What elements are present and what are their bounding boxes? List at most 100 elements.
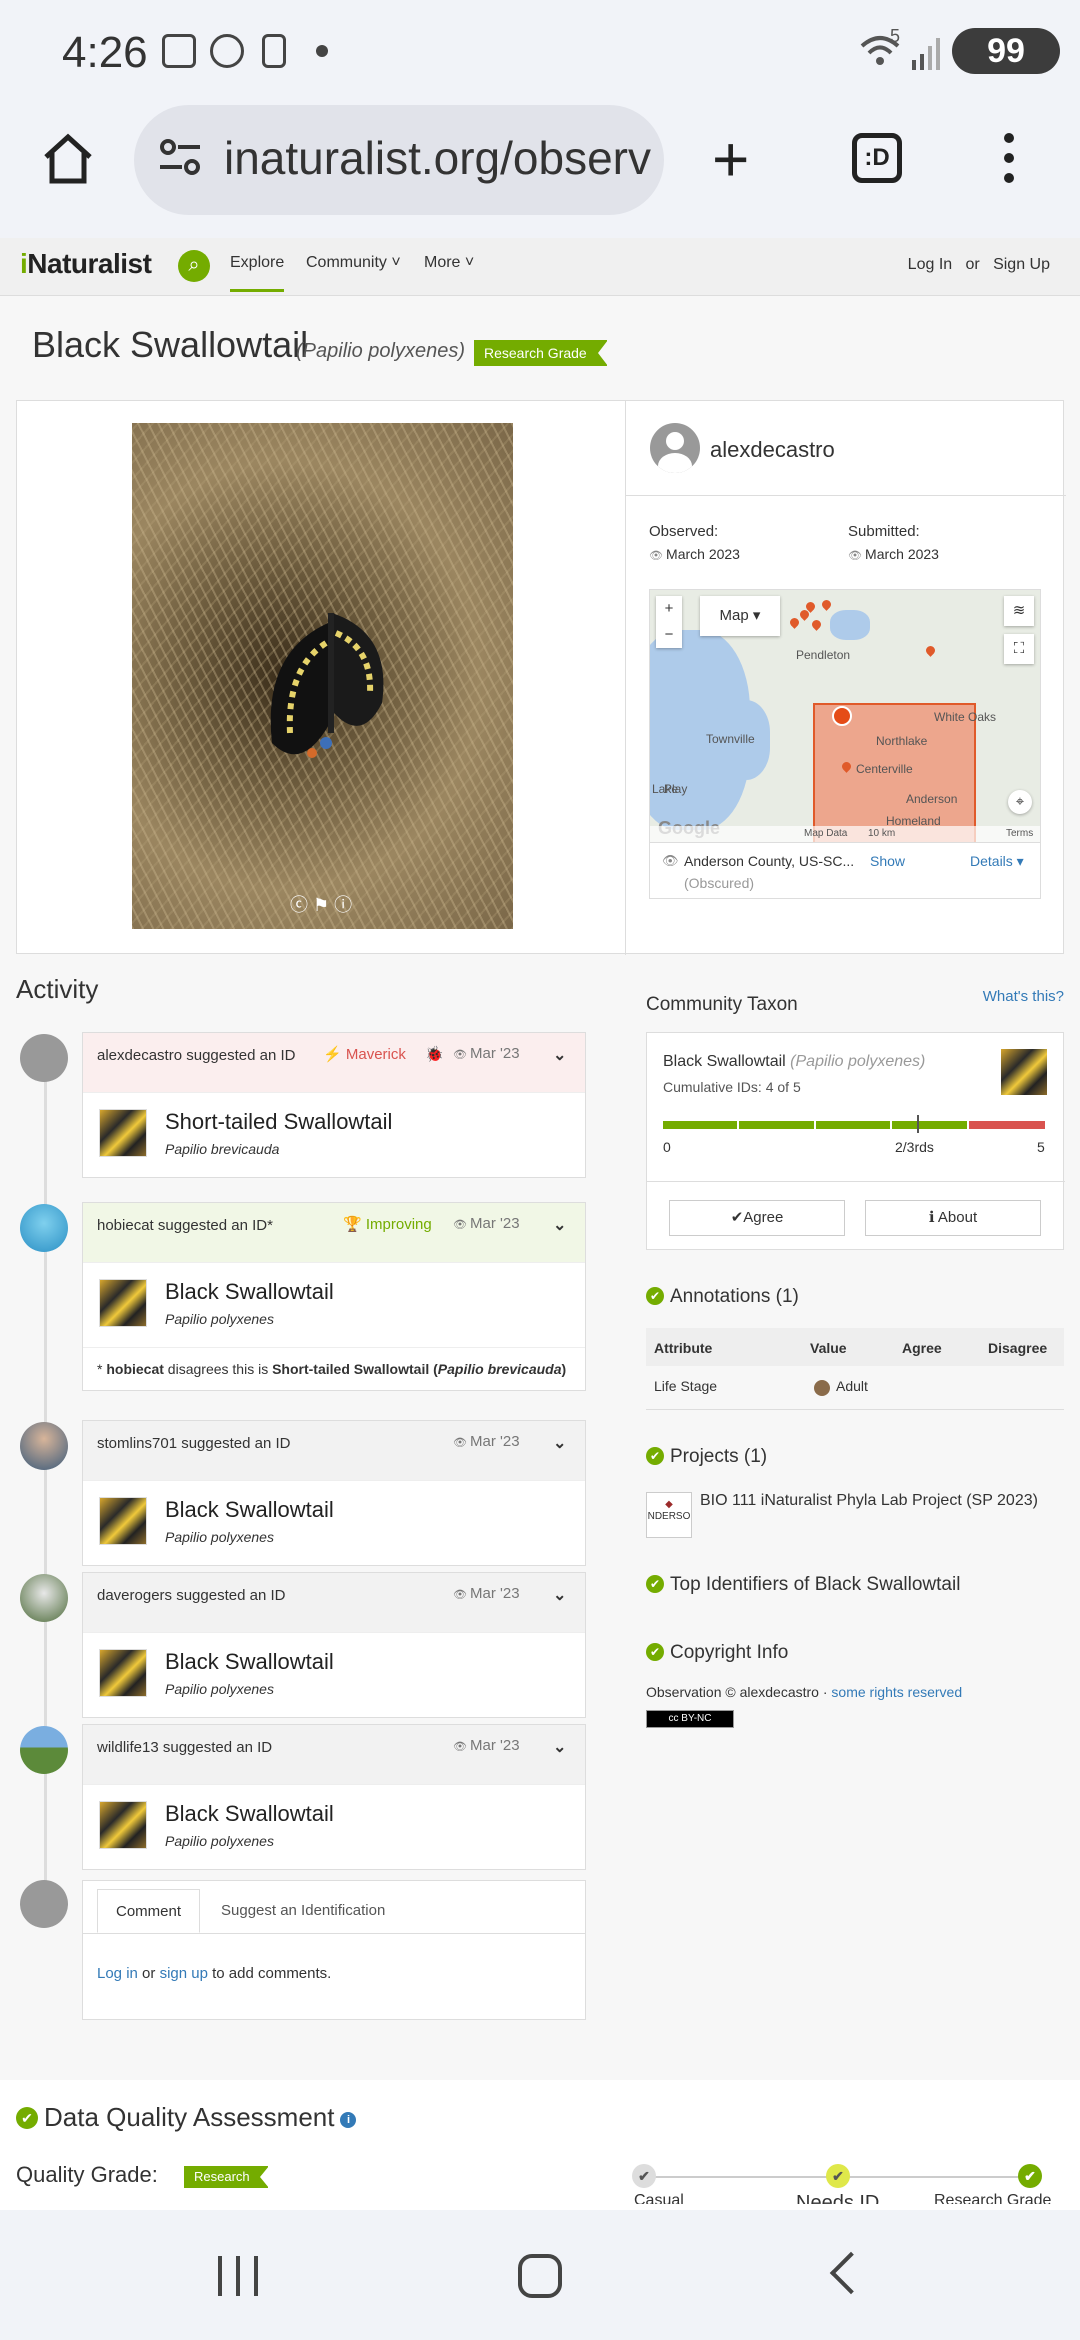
location-show-link[interactable]: Show bbox=[870, 853, 905, 869]
disagree-segment bbox=[968, 1121, 1045, 1129]
info-icon[interactable]: ⓘ bbox=[334, 895, 352, 915]
recent-apps-icon[interactable] bbox=[218, 2256, 260, 2296]
about-button[interactable]: ℹ About bbox=[865, 1200, 1041, 1236]
info-icon[interactable]: i bbox=[340, 2112, 357, 2128]
rights-link[interactable]: some rights reserved bbox=[831, 1684, 962, 1700]
location-details-link[interactable]: Details ▾ bbox=[970, 853, 1024, 870]
browser-menu-icon[interactable] bbox=[1004, 133, 1016, 187]
project-name[interactable]: BIO 111 iNaturalist Phyla Lab Project (S… bbox=[700, 1490, 1064, 1512]
address-bar[interactable]: inaturalist.org/observ bbox=[134, 105, 664, 215]
location-map[interactable]: Pendleton Townville Northlake Centervill… bbox=[649, 589, 1041, 843]
identifier-username[interactable]: wildlife13 bbox=[97, 1739, 159, 1756]
sync-icon bbox=[210, 34, 244, 68]
community-taxon-thumbnail[interactable] bbox=[1001, 1049, 1047, 1095]
nav-more[interactable]: More ˅ bbox=[424, 254, 474, 272]
community-taxon-heading: Community Taxon bbox=[646, 994, 798, 1015]
header-value: Value bbox=[810, 1340, 847, 1356]
annotations-heading[interactable]: ✔ Annotations (1) bbox=[646, 1286, 799, 1308]
identification-taxon[interactable]: Short-tailed Swallowtail Papilio brevicau… bbox=[83, 1093, 585, 1177]
map-type-button[interactable]: Map ▾ bbox=[700, 596, 780, 636]
eye-icon: 👁 bbox=[453, 1741, 471, 1753]
cc-license-icon[interactable]: ⓒ bbox=[290, 895, 308, 915]
map-terms-link[interactable]: Terms bbox=[1006, 828, 1033, 839]
agree-button[interactable]: ✔Agree bbox=[669, 1200, 845, 1236]
identifier-avatar[interactable] bbox=[20, 1422, 68, 1470]
layers-icon[interactable]: ≋ bbox=[1004, 596, 1034, 626]
identification-summary: stomlins701 suggested an ID bbox=[97, 1435, 291, 1452]
cumulative-ids: Cumulative IDs: 4 of 5 bbox=[663, 1079, 801, 1095]
login-link[interactable]: Log In bbox=[908, 256, 952, 273]
submitted-date: 👁 March 2023 bbox=[848, 546, 939, 562]
flag-icon[interactable]: ⚑ bbox=[313, 895, 329, 915]
identifier-avatar[interactable] bbox=[20, 1204, 68, 1252]
new-tab-icon[interactable]: + bbox=[712, 127, 749, 191]
taxon-common-name: Black Swallowtail bbox=[165, 1279, 334, 1304]
identifier-username[interactable]: alexdecastro bbox=[97, 1047, 182, 1064]
page-title[interactable]: Black Swallowtail bbox=[32, 324, 308, 366]
community-taxon-name[interactable]: Black Swallowtail (Papilio polyxenes) bbox=[663, 1053, 925, 1071]
header-disagree: Disagree bbox=[988, 1340, 1048, 1356]
browser-toolbar: inaturalist.org/observ + :D bbox=[0, 105, 1080, 238]
back-icon[interactable] bbox=[829, 2251, 873, 2295]
note-username[interactable]: hobiecat bbox=[106, 1361, 164, 1377]
search-icon[interactable]: ⌕ bbox=[178, 250, 210, 282]
identifier-username[interactable]: hobiecat bbox=[97, 1217, 154, 1234]
identification-taxon[interactable]: Black Swallowtail Papilio polyxenes bbox=[83, 1481, 585, 1565]
observation-marker[interactable] bbox=[832, 706, 852, 726]
tab-comment[interactable]: Comment bbox=[97, 1889, 201, 1933]
projects-heading[interactable]: ✔ Projects (1) bbox=[646, 1446, 767, 1468]
identifier-avatar[interactable] bbox=[20, 1034, 68, 1082]
chevron-down-icon[interactable]: ⌄ bbox=[553, 1215, 566, 1235]
identification-taxon[interactable]: Black Swallowtail Papilio polyxenes bbox=[83, 1785, 585, 1869]
community-taxon-box: Black Swallowtail (Papilio polyxenes) Cu… bbox=[646, 1032, 1065, 1250]
battery-indicator: 99 bbox=[952, 28, 1060, 74]
nav-explore[interactable]: Explore bbox=[230, 254, 285, 292]
top-identifiers-heading[interactable]: ✔ Top Identifiers of Black Swallowtail bbox=[646, 1574, 960, 1596]
tab-suggest-id[interactable]: Suggest an Identification bbox=[203, 1889, 403, 1933]
comment-box: Comment Suggest an Identification Log in… bbox=[82, 1880, 586, 2020]
tab-switcher-icon[interactable]: :D bbox=[852, 133, 902, 183]
signup-link[interactable]: Sign Up bbox=[993, 256, 1050, 273]
home-button-icon[interactable] bbox=[518, 2254, 562, 2298]
observer-username[interactable]: alexdecastro bbox=[710, 437, 835, 463]
or-text: or bbox=[965, 256, 980, 273]
submitted-label: Submitted: bbox=[848, 523, 920, 540]
fullscreen-icon[interactable]: ⛶ bbox=[1004, 634, 1034, 664]
nav-community[interactable]: Community ˅ bbox=[306, 254, 401, 272]
observed-date: 👁 March 2023 bbox=[649, 546, 740, 562]
chevron-down-icon[interactable]: ⌄ bbox=[553, 1433, 566, 1453]
identifier-username[interactable]: stomlins701 bbox=[97, 1435, 177, 1452]
identifier-username[interactable]: daverogers bbox=[97, 1587, 172, 1604]
whats-this-link[interactable]: What's this? bbox=[983, 988, 1064, 1005]
project-thumbnail[interactable]: ◆ NDERSO bbox=[646, 1492, 692, 1538]
two-thirds-marker bbox=[917, 1115, 919, 1133]
signup-link[interactable]: sign up bbox=[160, 1965, 208, 1982]
bar-min-label: 0 bbox=[663, 1139, 671, 1155]
observation-photo[interactable]: ⓒ ⚑ ⓘ bbox=[132, 423, 513, 929]
copyright-heading[interactable]: ✔ Copyright Info bbox=[646, 1642, 788, 1664]
user-avatar[interactable] bbox=[650, 423, 700, 473]
chevron-down-icon[interactable]: ⌄ bbox=[553, 1585, 566, 1605]
site-settings-icon[interactable] bbox=[158, 135, 202, 179]
map-label: Townville bbox=[706, 732, 755, 746]
dqa-heading[interactable]: ✔ Data Quality Assessment i bbox=[16, 2102, 357, 2133]
quality-grade-badge: Research bbox=[184, 2166, 269, 2188]
zoom-in-button[interactable]: + bbox=[656, 596, 682, 622]
locate-icon[interactable]: ⌖ bbox=[1008, 790, 1032, 814]
inaturalist-logo[interactable]: iNaturalist bbox=[20, 248, 152, 280]
check-icon: ✔ bbox=[646, 1643, 664, 1661]
title-scientific-name: (Papilio polyxenes) bbox=[296, 340, 465, 362]
login-link[interactable]: Log in bbox=[97, 1965, 138, 1982]
identification-taxon[interactable]: Black Swallowtail Papilio polyxenes bbox=[83, 1633, 585, 1717]
map-data-link[interactable]: Map Data bbox=[804, 828, 847, 839]
agree-segment bbox=[739, 1121, 816, 1129]
identifier-avatar[interactable] bbox=[20, 1574, 68, 1622]
cc-license-badge[interactable]: cc BY-NC bbox=[646, 1710, 734, 1728]
chevron-down-icon[interactable]: ⌄ bbox=[553, 1737, 566, 1757]
home-icon[interactable] bbox=[42, 133, 94, 185]
identifier-avatar[interactable] bbox=[20, 1726, 68, 1774]
chevron-down-icon[interactable]: ⌄ bbox=[553, 1045, 566, 1065]
identification-taxon[interactable]: Black Swallowtail Papilio polyxenes bbox=[83, 1263, 585, 1347]
zoom-out-button[interactable]: − bbox=[656, 622, 682, 648]
taxon-common-name: Short-tailed Swallowtail bbox=[165, 1109, 393, 1134]
